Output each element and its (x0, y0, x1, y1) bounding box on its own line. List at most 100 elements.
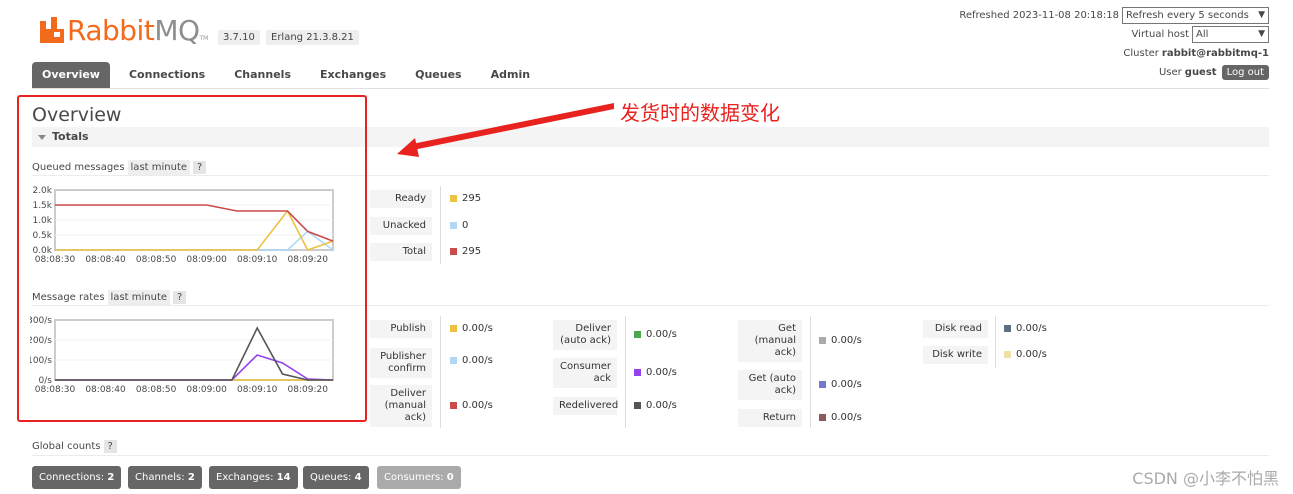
count-label: Channels: (135, 472, 185, 483)
cluster-label: Cluster (1123, 47, 1159, 59)
cluster-name: rabbit@rabbitmq-1 (1161, 47, 1269, 59)
global-counts-header: Global counts ? (32, 440, 117, 453)
count-value: 4 (354, 472, 362, 483)
vhost-select-value: All (1196, 28, 1209, 40)
stat-value-total: 295 (450, 246, 481, 257)
rate-value: 0.00/s (831, 412, 862, 423)
stat-divider (440, 186, 441, 264)
legend-swatch (450, 248, 457, 255)
header-info: Refreshed 2023-11-08 20:18:18 Refresh ev… (959, 6, 1269, 82)
rate-consumer-ack: 0.00/s (634, 367, 677, 378)
rate-value: 0.00/s (646, 400, 677, 411)
stat-value-unacked: 0 (450, 220, 468, 231)
legend-swatch (819, 337, 826, 344)
legend-swatch (450, 195, 457, 202)
rate-value: 0.00/s (462, 355, 493, 366)
stat-label-return: Return (738, 409, 802, 427)
rate-get-manual-ack: 0.00/s (819, 335, 862, 346)
tab-overview[interactable]: Overview (32, 62, 110, 88)
annotation-highlight-box (17, 95, 367, 422)
rate-value: 0.00/s (1016, 349, 1047, 360)
legend-swatch (450, 222, 457, 229)
legend-swatch (634, 369, 641, 376)
rabbitmq-logo: RabbitMQ TM (40, 12, 208, 48)
rate-value: 0.00/s (462, 323, 493, 334)
logo-trademark: TM (199, 35, 209, 42)
stat-label-ready: Ready (370, 190, 432, 208)
unacked-count: 0 (462, 220, 469, 231)
legend-swatch (450, 402, 457, 409)
stat-label-total: Total (370, 243, 432, 261)
stat-label-publish: Publish (370, 320, 432, 338)
logout-button[interactable]: Log out (1221, 64, 1269, 80)
vhost-select[interactable]: All ▼ (1192, 25, 1269, 43)
refreshed-label: Refreshed (959, 9, 1010, 21)
legend-swatch (819, 414, 826, 421)
stat-label-redelivered: Redelivered (553, 397, 618, 415)
rate-publish: 0.00/s (450, 323, 493, 334)
annotation-text: 发货时的数据变化 (620, 101, 780, 125)
consumers-count-button[interactable]: Consumers: 0 (377, 466, 461, 489)
chevron-down-icon: ▼ (1258, 10, 1265, 20)
refresh-interval-select[interactable]: Refresh every 5 seconds ▼ (1122, 6, 1269, 24)
count-label: Connections: (39, 472, 105, 483)
erlang-badge: Erlang 21.3.8.21 (266, 30, 359, 45)
global-help-button[interactable]: ? (103, 440, 117, 453)
stat-divider (625, 316, 626, 428)
stat-label-deliver-auto-ack: Deliver (auto ack) (553, 320, 617, 350)
channels-count-button[interactable]: Channels: 2 (128, 466, 202, 489)
stat-label-unacked: Unacked (370, 217, 432, 235)
legend-swatch (634, 331, 641, 338)
count-label: Consumers: (384, 472, 444, 483)
count-label: Exchanges: (216, 472, 274, 483)
rate-redelivered: 0.00/s (634, 400, 677, 411)
legend-swatch (1004, 351, 1011, 358)
vhost-label: Virtual host (1131, 28, 1189, 40)
stat-label-disk-read: Disk read (923, 320, 988, 338)
refresh-row: Refreshed 2023-11-08 20:18:18 Refresh ev… (959, 6, 1269, 24)
cluster-row: Cluster rabbit@rabbitmq-1 (959, 44, 1269, 62)
annotation-arrow-icon (397, 103, 614, 157)
stat-label-get-auto-ack: Get (auto ack) (738, 370, 802, 400)
stat-divider (440, 316, 441, 428)
connections-count-button[interactable]: Connections: 2 (32, 466, 122, 489)
section-divider (32, 455, 1269, 456)
stat-divider (995, 316, 996, 368)
user-label: User (1158, 66, 1182, 78)
refreshed-time: 2023-11-08 20:18:18 (1012, 9, 1119, 21)
logo-wordmark: RabbitMQ (67, 13, 200, 47)
tab-exchanges[interactable]: Exchanges (310, 62, 396, 88)
refresh-select-value: Refresh every 5 seconds (1126, 9, 1249, 21)
stat-label-consumer-ack: Consumer ack (553, 358, 617, 388)
stat-label-get-manual-ack: Get (manual ack) (738, 320, 802, 362)
ready-count: 295 (462, 193, 482, 204)
stat-value-ready: 295 (450, 193, 481, 204)
total-count: 295 (462, 246, 482, 257)
rate-return: 0.00/s (819, 412, 862, 423)
rate-publisher-confirm: 0.00/s (450, 355, 493, 366)
global-counts-title: Global counts (32, 441, 101, 452)
stat-divider (810, 316, 811, 428)
rate-disk-write: 0.00/s (1004, 349, 1047, 360)
tab-channels[interactable]: Channels (224, 62, 301, 88)
exchanges-count-button[interactable]: Exchanges: 14 (209, 466, 298, 489)
stat-label-publisher-confirm: Publisher confirm (370, 348, 432, 378)
tab-admin[interactable]: Admin (481, 62, 540, 88)
queues-count-button[interactable]: Queues: 4 (303, 466, 369, 489)
version-badge: 3.7.10 (218, 30, 260, 45)
legend-swatch (1004, 325, 1011, 332)
rate-value: 0.00/s (646, 367, 677, 378)
rate-deliver-manual-ack: 0.00/s (450, 400, 493, 411)
rate-value: 0.00/s (462, 400, 493, 411)
count-value: 2 (187, 472, 195, 483)
rabbit-logo-icon (40, 17, 64, 43)
user-name: guest (1184, 66, 1217, 78)
rate-get-auto-ack: 0.00/s (819, 379, 862, 390)
tab-connections[interactable]: Connections (119, 62, 215, 88)
legend-swatch (634, 402, 641, 409)
count-value: 0 (446, 472, 454, 483)
count-label: Queues: (310, 472, 352, 483)
user-row: User guest Log out (959, 63, 1269, 81)
stat-label-disk-write: Disk write (923, 346, 988, 364)
tab-queues[interactable]: Queues (405, 62, 471, 88)
